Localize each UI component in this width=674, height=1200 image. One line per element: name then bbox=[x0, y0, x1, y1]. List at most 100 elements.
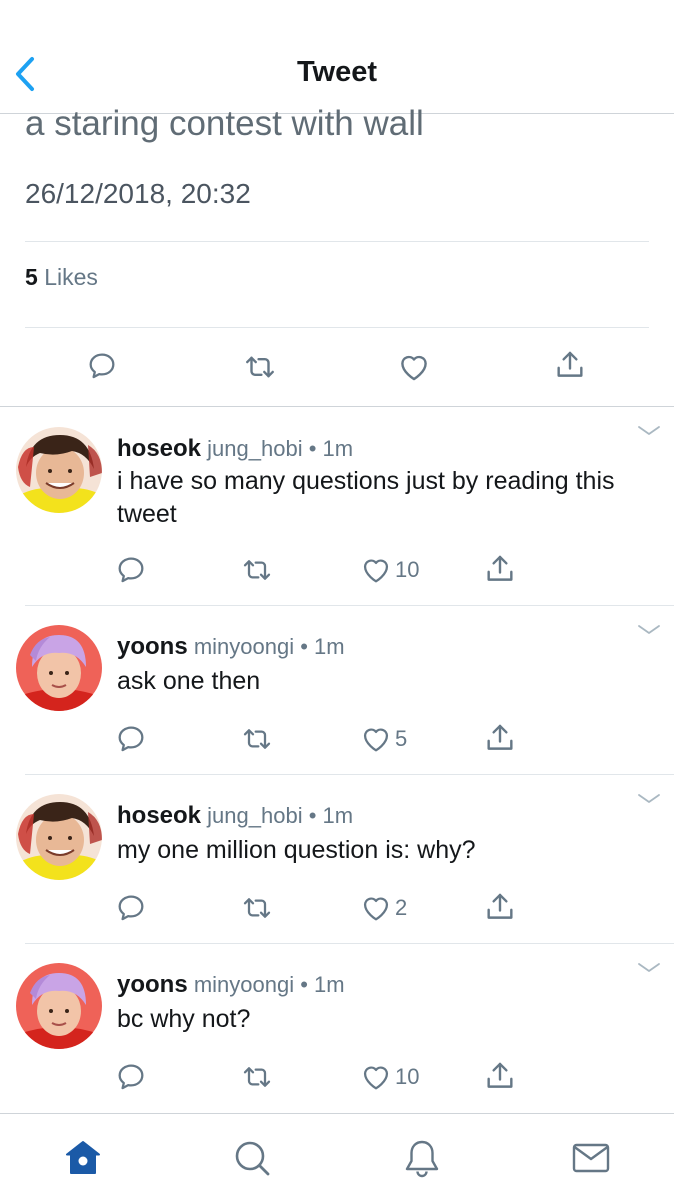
display-name[interactable]: yoons bbox=[117, 633, 188, 660]
reply-time: 1m bbox=[322, 436, 354, 461]
more-options-button[interactable] bbox=[636, 423, 662, 439]
heart-icon bbox=[397, 350, 431, 384]
reply-time: 1m bbox=[314, 972, 345, 997]
reply-icon bbox=[115, 723, 147, 755]
retweet-button[interactable] bbox=[243, 350, 277, 384]
page-title: Tweet bbox=[296, 56, 378, 88]
like-button[interactable]: 10 bbox=[360, 554, 419, 586]
share-button[interactable] bbox=[483, 552, 517, 586]
separator-dot: • bbox=[308, 436, 317, 461]
share-icon bbox=[553, 348, 587, 382]
reply-item[interactable]: hoseok jung_hobi • 1m i have so many que… bbox=[0, 407, 674, 605]
reply-button[interactable] bbox=[115, 892, 147, 924]
share-button[interactable] bbox=[553, 348, 587, 382]
tab-home[interactable] bbox=[61, 1136, 105, 1180]
likes-label: Likes bbox=[44, 264, 98, 290]
reply-item[interactable]: yoons minyoongi • 1m bc why not? 10 bbox=[0, 944, 674, 1112]
tab-notifications[interactable] bbox=[400, 1136, 444, 1180]
like-count: 5 bbox=[395, 726, 408, 751]
share-icon bbox=[483, 1059, 517, 1093]
display-name[interactable]: hoseok bbox=[117, 435, 201, 462]
like-button[interactable] bbox=[397, 350, 431, 384]
reply-button[interactable] bbox=[115, 723, 147, 755]
reply-icon bbox=[115, 1061, 147, 1093]
retweet-icon bbox=[241, 554, 273, 586]
share-icon bbox=[483, 721, 517, 755]
reply-text: bc why not? bbox=[117, 1005, 251, 1033]
heart-icon bbox=[360, 723, 392, 755]
likes-count[interactable]: 5 Likes bbox=[25, 264, 98, 291]
reply-item[interactable]: yoons minyoongi • 1m ask one then 5 bbox=[0, 606, 674, 774]
reply-meta: yoons minyoongi • 1m bbox=[117, 633, 345, 661]
chevron-down-icon bbox=[636, 960, 662, 976]
retweet-icon bbox=[241, 723, 273, 755]
chevron-down-icon bbox=[636, 423, 662, 439]
more-options-button[interactable] bbox=[636, 791, 662, 807]
share-button[interactable] bbox=[483, 721, 517, 755]
like-button[interactable]: 5 bbox=[360, 723, 407, 755]
more-options-button[interactable] bbox=[636, 960, 662, 976]
reply-actions: 2 bbox=[0, 890, 674, 930]
retweet-icon bbox=[243, 350, 277, 384]
reply-icon bbox=[86, 350, 118, 382]
separator-dot: • bbox=[300, 972, 308, 997]
reply-meta: hoseok jung_hobi • 1m bbox=[117, 435, 353, 463]
chevron-down-icon bbox=[636, 791, 662, 807]
bell-icon bbox=[405, 1140, 439, 1178]
divider bbox=[25, 241, 649, 242]
avatar[interactable] bbox=[16, 427, 102, 513]
retweet-button[interactable] bbox=[241, 1061, 273, 1093]
divider bbox=[25, 327, 649, 328]
tweet-text: a staring contest with wall bbox=[25, 104, 424, 143]
share-button[interactable] bbox=[483, 1059, 517, 1093]
like-count: 10 bbox=[395, 557, 420, 582]
avatar[interactable] bbox=[16, 794, 102, 880]
reply-item[interactable]: hoseok jung_hobi • 1m my one million que… bbox=[0, 775, 674, 943]
tab-bar bbox=[0, 1113, 674, 1200]
tweet-actions bbox=[0, 340, 674, 400]
reply-meta: yoons minyoongi • 1m bbox=[117, 971, 345, 999]
reply-text: i have so many questions just by reading… bbox=[117, 467, 615, 528]
heart-icon bbox=[360, 554, 392, 586]
reply-text: my one million question is: why? bbox=[117, 836, 476, 864]
reply-actions: 10 bbox=[0, 552, 674, 592]
tweet-timestamp: 26/12/2018, 20:32 bbox=[25, 178, 251, 209]
like-count: 2 bbox=[395, 895, 408, 920]
share-icon bbox=[483, 552, 517, 586]
tab-search[interactable] bbox=[230, 1136, 274, 1180]
username: jung_hobi bbox=[207, 436, 303, 461]
retweet-icon bbox=[241, 1061, 273, 1093]
separator-dot: • bbox=[300, 634, 308, 659]
retweet-button[interactable] bbox=[241, 554, 273, 586]
display-name[interactable]: hoseok bbox=[117, 802, 201, 829]
retweet-button[interactable] bbox=[241, 892, 273, 924]
reply-time: 1m bbox=[314, 634, 345, 659]
avatar[interactable] bbox=[16, 625, 102, 711]
chevron-down-icon bbox=[636, 622, 662, 638]
search-icon bbox=[235, 1141, 270, 1176]
reply-icon bbox=[115, 554, 147, 586]
tab-messages[interactable] bbox=[569, 1136, 613, 1180]
separator-dot: • bbox=[308, 803, 317, 828]
retweet-icon bbox=[241, 892, 273, 924]
like-button[interactable]: 10 bbox=[360, 1061, 419, 1093]
username: minyoongi bbox=[193, 634, 295, 659]
retweet-button[interactable] bbox=[241, 723, 273, 755]
display-name[interactable]: yoons bbox=[117, 971, 188, 998]
reply-button[interactable] bbox=[115, 554, 147, 586]
reply-meta: hoseok jung_hobi • 1m bbox=[117, 802, 353, 830]
mail-icon bbox=[572, 1143, 610, 1173]
username: minyoongi bbox=[193, 972, 295, 997]
more-options-button[interactable] bbox=[636, 622, 662, 638]
reply-button[interactable] bbox=[115, 1061, 147, 1093]
reply-text: ask one then bbox=[117, 667, 261, 695]
reply-button[interactable] bbox=[86, 350, 118, 382]
avatar[interactable] bbox=[16, 963, 102, 1049]
like-count: 10 bbox=[395, 1064, 420, 1089]
username: jung_hobi bbox=[207, 803, 303, 828]
reply-actions: 10 bbox=[0, 1059, 674, 1099]
like-button[interactable]: 2 bbox=[360, 892, 407, 924]
heart-icon bbox=[360, 1061, 392, 1093]
share-button[interactable] bbox=[483, 890, 517, 924]
reply-actions: 5 bbox=[0, 721, 674, 761]
